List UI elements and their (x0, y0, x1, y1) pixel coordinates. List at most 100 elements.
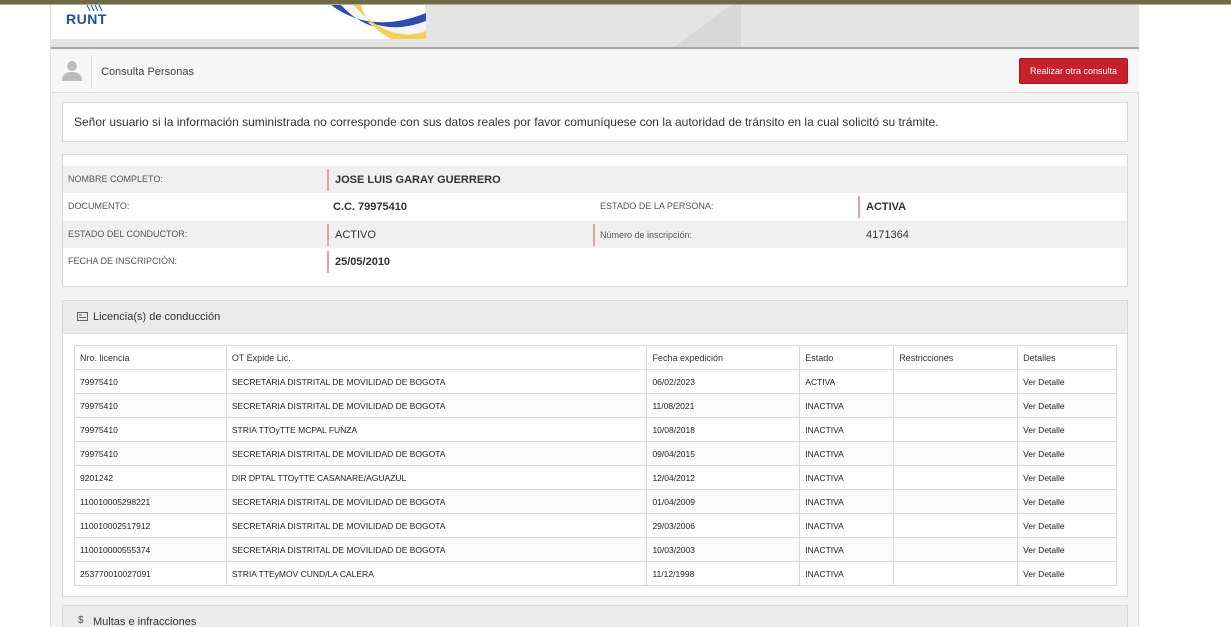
license-issuer: STRIA TTOyTTE MCPAL FUNZA (225, 417, 648, 442)
license-date: 11/12/1998 (646, 561, 801, 586)
table-row: 79975410 SECRETARIA DISTRITAL DE MOVILID… (74, 369, 1117, 394)
table-row: 110010005298221 SECRETARIA DISTRITAL DE … (74, 489, 1117, 514)
licenses-panel-header[interactable]: Licencia(s) de conducción (63, 301, 1127, 334)
page-title: Consulta Personas (101, 66, 194, 78)
license-date: 10/03/2003 (646, 537, 801, 562)
license-restrictions (893, 561, 1019, 586)
license-number: 79975410 (74, 441, 227, 466)
fines-title: Multas e infracciones (93, 616, 197, 627)
license-status: INACTIVA (799, 417, 895, 442)
view-detail-link[interactable]: Ver Detalle (1017, 513, 1117, 538)
table-row: 9201242 DIR DPTAL TTOyTTE CASANARE/AGUAZ… (74, 465, 1117, 490)
notice-message: Señor usuario si la información suminist… (62, 102, 1128, 142)
license-status: INACTIVA (799, 393, 895, 418)
view-detail-link[interactable]: Ver Detalle (1017, 561, 1117, 586)
person-status-label: ESTADO DE LA PERSONA: (600, 201, 714, 211)
license-issuer: SECRETARIA DISTRITAL DE MOVILIDAD DE BOG… (225, 369, 648, 394)
license-number: 79975410 (74, 393, 227, 418)
license-issuer: DIR DPTAL TTOyTTE CASANARE/AGUAZUL (225, 465, 648, 490)
table-row: 79975410 STRIA TTOyTTE MCPAL FUNZA 10/08… (74, 417, 1117, 442)
registration-number-label: Número de inscripción: (593, 224, 692, 246)
license-number: 253770010027091 (74, 561, 227, 586)
banner-decoration (673, 5, 741, 47)
column-header: OT Expide Lic. (225, 345, 648, 370)
section-header: Consulta Personas Realizar otra consulta (51, 51, 1139, 93)
view-detail-link[interactable]: Ver Detalle (1017, 369, 1117, 394)
document-value: C.C. 79975410 (333, 201, 407, 213)
user-icon (62, 61, 82, 81)
license-status: INACTIVA (799, 465, 895, 490)
person-row: NOMBRE COMPLETO: JOSE LUIS GARAY GUERRER… (63, 166, 1127, 193)
license-number: 110010002517912 (74, 513, 227, 538)
column-header: Fecha expedición (646, 345, 801, 370)
full-name-value: JOSE LUIS GARAY GUERRERO (327, 169, 501, 191)
license-date: 11/08/2021 (646, 393, 801, 418)
license-status: INACTIVA (799, 441, 895, 466)
runt-logo: RUNT (66, 11, 107, 27)
driver-status-value: ACTIVO (327, 224, 376, 246)
table-row: 79975410 SECRETARIA DISTRITAL DE MOVILID… (74, 393, 1117, 418)
view-detail-link[interactable]: Ver Detalle (1017, 393, 1117, 418)
new-query-button[interactable]: Realizar otra consulta (1019, 58, 1128, 84)
licenses-title: Licencia(s) de conducción (93, 311, 221, 323)
document-label: DOCUMENTO: (68, 201, 130, 211)
table-row: 79975410 SECRETARIA DISTRITAL DE MOVILID… (74, 441, 1117, 466)
license-restrictions (893, 465, 1019, 490)
license-number: 110010000555374 (74, 537, 227, 562)
licenses-panel: Licencia(s) de conducción Nro. licencia … (62, 300, 1128, 597)
page-container: RUNT Consulta Personas Realizar otra con… (50, 5, 1139, 627)
license-restrictions (893, 393, 1019, 418)
banner: RUNT (51, 5, 1139, 49)
registration-date-value: 25/05/2010 (327, 251, 390, 273)
license-restrictions (893, 513, 1019, 538)
license-status: INACTIVA (799, 513, 895, 538)
column-header: Detalles (1017, 345, 1117, 370)
table-row: 253770010027091 STRIA TTEyMOV CUND/LA CA… (74, 561, 1117, 586)
license-date: 10/08/2018 (646, 417, 801, 442)
full-name-label: NOMBRE COMPLETO: (68, 174, 163, 184)
registration-date-label: FECHA DE INSCRIPCIÓN: (68, 256, 178, 266)
license-restrictions (893, 537, 1019, 562)
license-number: 110010005298221 (74, 489, 227, 514)
column-header: Nro. licencia (74, 345, 227, 370)
person-row: DOCUMENTO: C.C. 79975410 ESTADO DE LA PE… (63, 193, 1127, 220)
person-row: FECHA DE INSCRIPCIÓN: 25/05/2010 (63, 248, 1127, 275)
view-detail-link[interactable]: Ver Detalle (1017, 441, 1117, 466)
license-number: 79975410 (74, 417, 227, 442)
license-issuer: SECRETARIA DISTRITAL DE MOVILIDAD DE BOG… (225, 537, 648, 562)
license-restrictions (893, 441, 1019, 466)
license-date: 29/03/2006 (646, 513, 801, 538)
license-status: INACTIVA (799, 561, 895, 586)
fines-panel-header[interactable]: $ Multas e infracciones (62, 605, 1128, 627)
table-row: 110010002517912 SECRETARIA DISTRITAL DE … (74, 513, 1117, 538)
dollar-icon: $ (78, 615, 84, 626)
flag-swoosh-icon (331, 5, 426, 39)
view-detail-link[interactable]: Ver Detalle (1017, 465, 1117, 490)
view-detail-link[interactable]: Ver Detalle (1017, 417, 1117, 442)
view-detail-link[interactable]: Ver Detalle (1017, 489, 1117, 514)
license-date: 01/04/2009 (646, 489, 801, 514)
license-issuer: STRIA TTEyMOV CUND/LA CALERA (225, 561, 648, 586)
license-status: INACTIVA (799, 489, 895, 514)
license-date: 09/04/2015 (646, 441, 801, 466)
license-restrictions (893, 489, 1019, 514)
license-issuer: SECRETARIA DISTRITAL DE MOVILIDAD DE BOG… (225, 513, 648, 538)
registration-number-value: 4171364 (866, 229, 909, 241)
license-status: ACTIVA (799, 369, 895, 394)
person-info-panel: NOMBRE COMPLETO: JOSE LUIS GARAY GUERRER… (62, 154, 1128, 287)
column-header: Restricciones (893, 345, 1019, 370)
table-header-row: Nro. licencia OT Expide Lic. Fecha exped… (74, 345, 1117, 370)
view-detail-link[interactable]: Ver Detalle (1017, 537, 1117, 562)
license-number: 79975410 (74, 369, 227, 394)
license-restrictions (893, 369, 1019, 394)
person-row: ESTADO DEL CONDUCTOR: ACTIVO Número de i… (63, 221, 1127, 248)
license-issuer: SECRETARIA DISTRITAL DE MOVILIDAD DE BOG… (225, 489, 648, 514)
table-row: 110010000555374 SECRETARIA DISTRITAL DE … (74, 537, 1117, 562)
licenses-table: Nro. licencia OT Expide Lic. Fecha exped… (74, 345, 1117, 586)
license-card-icon (77, 312, 88, 321)
license-restrictions (893, 417, 1019, 442)
driver-status-label: ESTADO DEL CONDUCTOR: (68, 229, 188, 239)
header-divider (91, 55, 92, 89)
license-status: INACTIVA (799, 537, 895, 562)
license-issuer: SECRETARIA DISTRITAL DE MOVILIDAD DE BOG… (225, 393, 648, 418)
